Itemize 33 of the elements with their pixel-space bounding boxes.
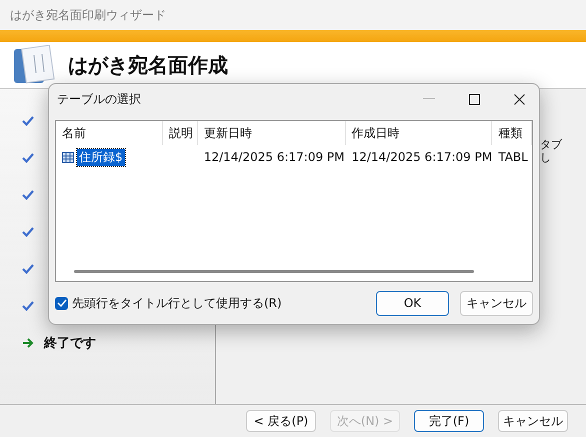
check-icon — [22, 264, 34, 274]
column-header[interactable]: 名前 — [56, 121, 164, 145]
check-icon — [22, 227, 34, 237]
column-header[interactable]: 更新日時 — [198, 121, 346, 145]
checkbox[interactable] — [55, 296, 68, 310]
table-name[interactable]: 住所録$ — [77, 148, 125, 166]
wizard-button[interactable]: キャンセル — [498, 410, 568, 432]
dialog-title: テーブルの選択 — [57, 90, 141, 108]
option-text: し — [540, 150, 551, 165]
wizard-button[interactable]: 完了(F) — [414, 410, 484, 432]
check-icon — [22, 116, 34, 126]
page-heading: はがき宛名面作成 — [68, 52, 228, 78]
option-text: タブ — [540, 137, 562, 152]
window-title: はがき宛名面印刷ウィザード — [10, 6, 166, 24]
dialog-button[interactable]: キャンセル — [460, 290, 533, 316]
column-header[interactable]: 説明 — [163, 121, 198, 145]
maximize-icon[interactable] — [469, 94, 480, 104]
step-label: 終了です — [44, 335, 96, 352]
table-cell: TABL — [498, 150, 528, 164]
wizard-button[interactable]: < 戻る(P) — [246, 410, 316, 432]
checkbox-label: 先頭行をタイトル行として使用する(R) — [72, 294, 282, 312]
table-cell: 12/14/2025 6:17:09 PM — [204, 150, 344, 164]
dialog-button[interactable]: OK — [376, 290, 449, 316]
check-icon — [22, 190, 34, 200]
column-header[interactable]: 作成日時 — [346, 121, 492, 145]
scroll-bar[interactable] — [74, 270, 474, 273]
check-icon — [22, 301, 34, 311]
table-icon — [62, 152, 74, 162]
check-icon — [22, 153, 34, 163]
table-cell: 12/14/2025 6:17:09 PM — [352, 150, 492, 164]
arrow-icon — [22, 338, 34, 348]
close-icon[interactable] — [514, 94, 525, 104]
column-header[interactable]: 種類 — [492, 121, 532, 145]
